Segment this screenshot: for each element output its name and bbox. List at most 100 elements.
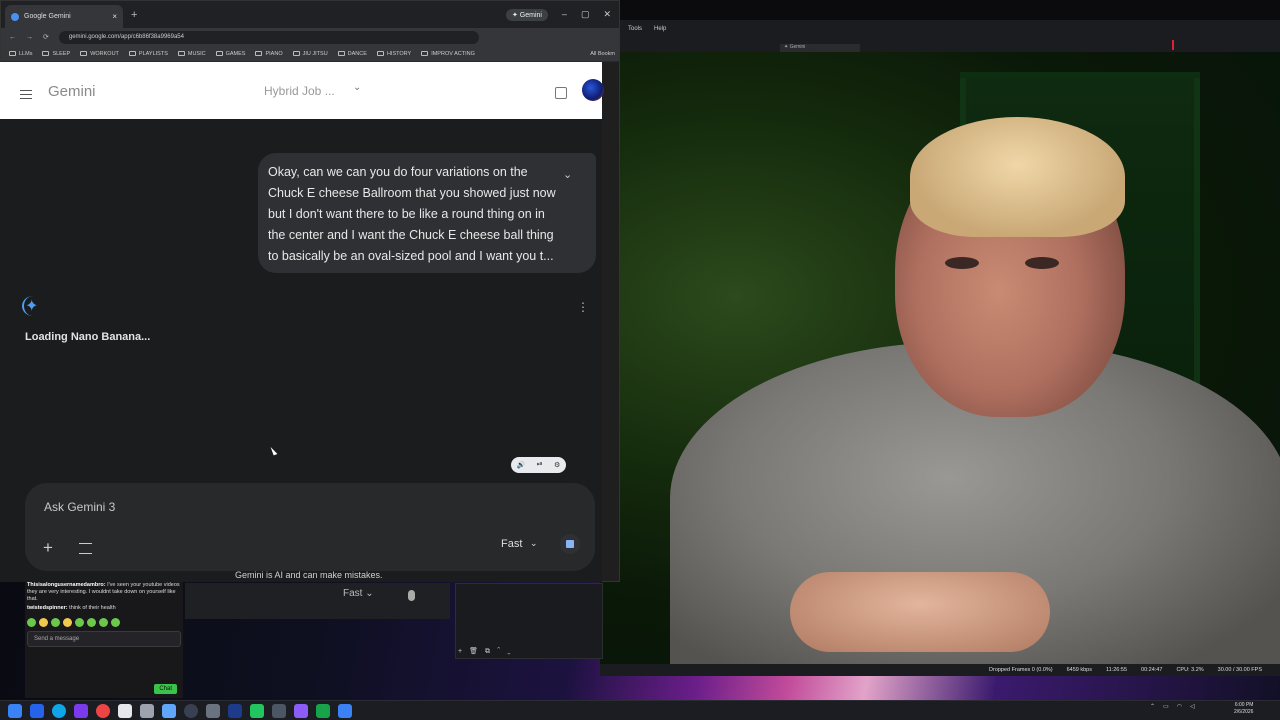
bitrate: 6459 kbps xyxy=(1066,667,1092,673)
media-controls: 🔊 ⏯ ⚙ xyxy=(511,457,566,473)
chrome-icon[interactable] xyxy=(96,703,110,718)
emote-icon[interactable] xyxy=(99,618,108,627)
windows-start-icon[interactable] xyxy=(8,703,22,718)
emote-icon[interactable] xyxy=(51,618,60,627)
trash-icon[interactable]: 🗑 xyxy=(469,648,485,655)
bookmark-folder[interactable]: JIU JITSU xyxy=(292,51,328,57)
app-icon[interactable] xyxy=(250,703,264,718)
taskbar xyxy=(0,700,1280,720)
app-icon[interactable] xyxy=(74,703,88,718)
url-field[interactable]: gemini.google.com/app/c6b86f38a9969a54 xyxy=(58,30,479,44)
emote-icon[interactable] xyxy=(39,618,48,627)
obs-mini-window[interactable]: ✦ Gemini xyxy=(780,44,860,52)
tab-google-gemini[interactable]: Google Gemini × xyxy=(5,5,123,28)
all-bookmarks[interactable]: All Bookm xyxy=(590,51,619,57)
tools-icon[interactable] xyxy=(79,543,92,554)
volume-icon[interactable]: ◁ xyxy=(1190,703,1195,710)
window-controls: – ▢ ✕ xyxy=(562,9,611,20)
bookmark-folder[interactable]: IMPROV ACTING xyxy=(421,51,475,57)
chevron-up-icon[interactable]: ⌃ xyxy=(1150,703,1155,710)
network-icon[interactable]: ▭ xyxy=(1163,703,1169,710)
bookmark-folder[interactable]: DANCE xyxy=(337,51,367,57)
edge-icon[interactable] xyxy=(52,703,66,718)
emote-icon[interactable] xyxy=(75,618,84,627)
vscode-icon[interactable] xyxy=(30,703,44,718)
prompt-input-box[interactable] xyxy=(25,483,595,571)
chevron-down-icon[interactable]: ⌄ xyxy=(530,538,538,549)
emote-icon[interactable] xyxy=(111,618,120,627)
add-source-icon[interactable]: + xyxy=(458,648,469,655)
stop-button[interactable] xyxy=(560,534,580,554)
chat-title[interactable]: Hybrid Job ... xyxy=(264,84,335,98)
close-button[interactable]: ✕ xyxy=(603,9,611,20)
reload-icon[interactable]: ⟳ xyxy=(43,33,49,41)
gemini-spark-icon: ✦ xyxy=(25,298,39,315)
photoshop-icon[interactable] xyxy=(228,703,242,718)
move-up-icon[interactable]: ⌃ xyxy=(497,648,507,655)
bookmark-folder[interactable]: PLAYLISTS xyxy=(128,51,168,57)
minimize-button[interactable]: – xyxy=(562,9,567,20)
tab-strip: Google Gemini × + ✦ Gemini – ▢ ✕ xyxy=(1,1,619,28)
chat-message: Thisisalongusernamedambro: I've seen you… xyxy=(27,582,180,602)
more-options-icon[interactable]: ⋮ xyxy=(577,300,589,314)
bookmark-folder[interactable]: GAMES xyxy=(215,51,245,57)
avatar[interactable] xyxy=(582,79,604,101)
emote-icon[interactable] xyxy=(27,618,36,627)
obs-menu-help[interactable]: Help xyxy=(654,26,666,32)
app-icon[interactable] xyxy=(206,703,220,718)
folder-icon xyxy=(42,51,50,56)
wifi-icon[interactable]: ◠ xyxy=(1177,703,1182,710)
move-down-icon[interactable]: ⌄ xyxy=(507,648,517,655)
play-pause-icon[interactable]: ⏯ xyxy=(537,461,543,469)
new-tab-button[interactable]: + xyxy=(131,9,137,21)
app-title: Gemini xyxy=(48,83,96,100)
bookmark-folder[interactable]: HISTORY xyxy=(376,51,411,57)
settings-icon[interactable]: ⚙ xyxy=(554,461,560,469)
record-time: 00:24:47 xyxy=(1141,667,1163,673)
tab-close-icon[interactable]: × xyxy=(112,12,117,21)
folder-icon xyxy=(80,51,88,56)
loading-status: Loading Nano Banana... xyxy=(25,331,151,343)
expand-message-icon[interactable]: ⌄ xyxy=(563,168,572,181)
bookmark-folder[interactable]: PIANO xyxy=(255,51,283,57)
folder-icon xyxy=(292,51,300,56)
forward-icon[interactable]: → xyxy=(26,34,33,41)
person-hair xyxy=(910,117,1125,237)
new-chat-icon[interactable] xyxy=(555,87,567,99)
gemini-button[interactable]: ✦ Gemini xyxy=(506,9,548,21)
app-icon[interactable] xyxy=(294,703,308,718)
emote-icon[interactable] xyxy=(63,618,72,627)
calculator-icon[interactable] xyxy=(162,703,176,718)
file-icon[interactable] xyxy=(118,703,132,718)
dropped-frames: Dropped Frames 0 (0.0%) xyxy=(989,667,1053,673)
volume-icon[interactable]: 🔊 xyxy=(517,461,526,469)
emote-icon[interactable] xyxy=(87,618,96,627)
model-select[interactable]: Fast xyxy=(501,538,522,550)
bookmarks-bar: LLMs SLEEP WORKOUT PLAYLISTS MUSIC GAMES… xyxy=(1,46,619,62)
background-model-select[interactable]: Fast ⌄ xyxy=(343,588,374,599)
add-attachment-icon[interactable]: + xyxy=(43,538,53,558)
menu-icon[interactable] xyxy=(20,90,32,99)
obs-menu-tools[interactable]: Tools xyxy=(628,26,642,32)
bookmark-folder[interactable]: LLMs xyxy=(9,51,32,57)
prompt-input[interactable]: Ask Gemini 3 xyxy=(44,500,115,514)
disclaimer: Gemini is AI and can make mistakes. xyxy=(235,570,383,580)
chat-send-input[interactable]: Send a message xyxy=(27,631,181,647)
back-icon[interactable]: ← xyxy=(9,34,16,41)
copy-icon[interactable]: ⧉ xyxy=(485,648,497,655)
app-icon[interactable] xyxy=(272,703,286,718)
bookmark-folder[interactable]: WORKOUT xyxy=(80,51,119,57)
app-icon[interactable] xyxy=(316,703,330,718)
app-icon[interactable] xyxy=(338,703,352,718)
chat-button[interactable]: Chat xyxy=(154,684,177,694)
taskbar-clock[interactable]: 6:00 PM 2/6/2026 xyxy=(1234,702,1253,716)
maximize-button[interactable]: ▢ xyxy=(581,9,590,20)
folder-icon xyxy=(337,51,345,56)
chevron-down-icon[interactable]: ⌄ xyxy=(353,82,361,93)
bookmark-folder[interactable]: SLEEP xyxy=(42,51,70,57)
app-icon[interactable] xyxy=(140,703,154,718)
obs-icon[interactable] xyxy=(184,703,198,718)
person-eye-left xyxy=(945,257,979,269)
bookmark-folder[interactable]: MUSIC xyxy=(177,51,206,57)
mic-icon[interactable] xyxy=(408,590,415,601)
